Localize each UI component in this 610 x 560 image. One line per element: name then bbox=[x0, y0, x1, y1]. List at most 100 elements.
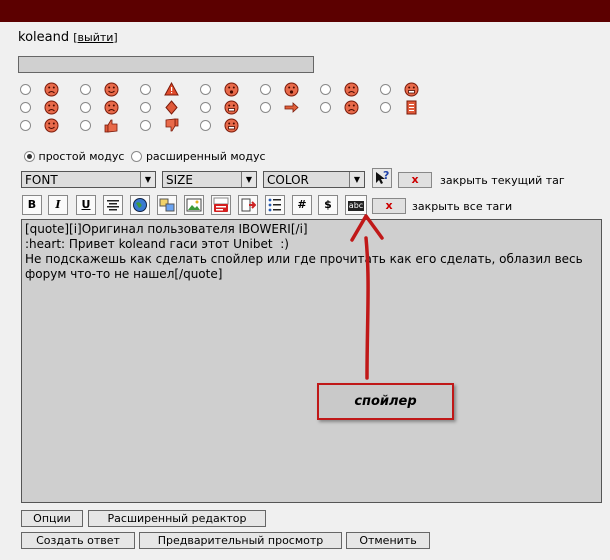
smiley-option[interactable] bbox=[260, 82, 310, 100]
globe-icon bbox=[133, 198, 147, 212]
smiley-radio[interactable] bbox=[140, 120, 151, 131]
smiley-radio[interactable] bbox=[260, 102, 271, 113]
smiley-option[interactable] bbox=[80, 82, 130, 100]
smiley-radio[interactable] bbox=[140, 84, 151, 95]
sad-smiley-icon bbox=[344, 82, 359, 97]
list-icon bbox=[268, 198, 281, 212]
smiley-radio[interactable] bbox=[260, 84, 271, 95]
thumbs-down-icon bbox=[164, 118, 179, 133]
swap-icon bbox=[159, 198, 175, 212]
insert-youtube-button[interactable] bbox=[211, 195, 231, 215]
smiley-radio[interactable] bbox=[80, 84, 91, 95]
smiley-option[interactable] bbox=[80, 118, 130, 136]
insert-link-button[interactable] bbox=[130, 195, 150, 215]
insert-flash-button[interactable] bbox=[238, 195, 258, 215]
grimace-smiley-icon bbox=[224, 100, 239, 115]
smiley-radio[interactable] bbox=[80, 102, 91, 113]
code-button[interactable]: # bbox=[292, 195, 312, 215]
smiley-radio[interactable] bbox=[20, 102, 31, 113]
advanced-mode-label: расширенный модус bbox=[145, 150, 266, 163]
preview-button[interactable]: Предварительный просмотр bbox=[139, 532, 342, 549]
cancel-button[interactable]: Отменить bbox=[346, 532, 430, 549]
smiley-radio[interactable] bbox=[200, 84, 211, 95]
smiley-radio[interactable] bbox=[200, 102, 211, 113]
close-all-tags-button[interactable]: x bbox=[372, 198, 406, 214]
logout-bracket-close: ] bbox=[113, 31, 118, 44]
export-icon bbox=[241, 198, 256, 212]
youtube-icon bbox=[213, 197, 229, 212]
color-select[interactable]: COLOR ▼ bbox=[263, 171, 365, 188]
smiley-option[interactable] bbox=[380, 82, 430, 100]
smiley-radio[interactable] bbox=[20, 84, 31, 95]
smiley-radio[interactable] bbox=[200, 120, 211, 131]
notepad-icon bbox=[404, 100, 419, 115]
frown-smiley-icon bbox=[104, 100, 119, 115]
underline-button[interactable]: U bbox=[76, 195, 96, 215]
smiley-option[interactable] bbox=[20, 100, 70, 118]
size-select[interactable]: SIZE ▼ bbox=[162, 171, 257, 188]
help-button[interactable]: ? bbox=[372, 168, 392, 188]
italic-button-label: I bbox=[55, 198, 61, 211]
subject-field[interactable] bbox=[18, 56, 314, 73]
smiley-option[interactable] bbox=[380, 100, 430, 118]
smiley-radio[interactable] bbox=[320, 102, 331, 113]
diamond-icon bbox=[164, 100, 179, 115]
blush-smiley-icon bbox=[44, 118, 59, 133]
php-button[interactable]: $ bbox=[318, 195, 338, 215]
submit-reply-button[interactable]: Создать ответ bbox=[21, 532, 135, 549]
font-select-value: FONT bbox=[25, 173, 58, 187]
question-smiley-icon bbox=[224, 82, 239, 97]
angry-smiley-icon bbox=[44, 82, 59, 97]
editor-mode-selector: простой модус расширенный модус bbox=[24, 150, 266, 163]
smiley-radio[interactable] bbox=[380, 84, 391, 95]
insert-list-button[interactable] bbox=[265, 195, 285, 215]
spoiler-button-label: abc bbox=[347, 201, 365, 211]
logout-link[interactable]: выйти bbox=[78, 31, 114, 44]
smiley-option[interactable] bbox=[20, 82, 70, 100]
smiley-radio[interactable] bbox=[140, 102, 151, 113]
insert-image-button[interactable] bbox=[184, 195, 204, 215]
smiley-option[interactable] bbox=[200, 82, 250, 100]
warning-icon bbox=[164, 81, 179, 97]
close-current-tag-button[interactable]: x bbox=[398, 172, 432, 188]
smiley-option[interactable] bbox=[260, 100, 310, 118]
smiley-radio[interactable] bbox=[80, 120, 91, 131]
smiley-option[interactable] bbox=[140, 81, 190, 100]
smiley-option[interactable] bbox=[80, 100, 130, 118]
chevron-down-icon: ▼ bbox=[140, 172, 155, 187]
user-line: koleand [выйти] bbox=[18, 30, 118, 45]
options-button[interactable]: Опции bbox=[21, 510, 83, 527]
smiley-option[interactable] bbox=[200, 118, 250, 136]
advanced-editor-button[interactable]: Расширенный редактор bbox=[88, 510, 266, 527]
align-center-icon bbox=[107, 200, 119, 211]
simple-mode-label: простой модус bbox=[38, 150, 125, 163]
happy-smiley-icon bbox=[104, 82, 119, 97]
font-select[interactable]: FONT ▼ bbox=[21, 171, 156, 188]
message-textarea[interactable]: [quote][i]Оригинал пользователя IBOWERI[… bbox=[21, 219, 602, 503]
size-select-value: SIZE bbox=[166, 173, 193, 187]
spoiler-button[interactable]: abc bbox=[345, 195, 367, 215]
arrow-right-icon bbox=[284, 100, 299, 115]
italic-button[interactable]: I bbox=[48, 195, 68, 215]
advanced-mode-radio[interactable] bbox=[131, 151, 143, 162]
grin-smiley-icon bbox=[224, 118, 239, 133]
smiley-option[interactable] bbox=[140, 118, 190, 136]
color-select-value: COLOR bbox=[267, 173, 309, 187]
simple-mode-radio[interactable] bbox=[24, 151, 35, 162]
smiley-radio[interactable] bbox=[380, 102, 391, 113]
smiley-option[interactable] bbox=[200, 100, 250, 118]
smiley-option[interactable] bbox=[20, 118, 70, 136]
laughing-smiley-icon bbox=[404, 82, 419, 97]
align-center-button[interactable] bbox=[103, 195, 123, 215]
close-current-tag-label: закрыть текущий таг bbox=[440, 174, 565, 187]
bold-button[interactable]: B bbox=[22, 195, 42, 215]
smiley-radio[interactable] bbox=[320, 84, 331, 95]
help-button-label: ? bbox=[383, 169, 390, 182]
smiley-radio[interactable] bbox=[20, 120, 31, 131]
insert-email-button[interactable] bbox=[157, 195, 177, 215]
smiley-option[interactable] bbox=[140, 100, 190, 118]
username: koleand bbox=[18, 30, 70, 45]
smiley-option[interactable] bbox=[320, 100, 370, 118]
smiley-option[interactable] bbox=[320, 82, 370, 100]
crying-smiley-icon bbox=[44, 100, 59, 115]
